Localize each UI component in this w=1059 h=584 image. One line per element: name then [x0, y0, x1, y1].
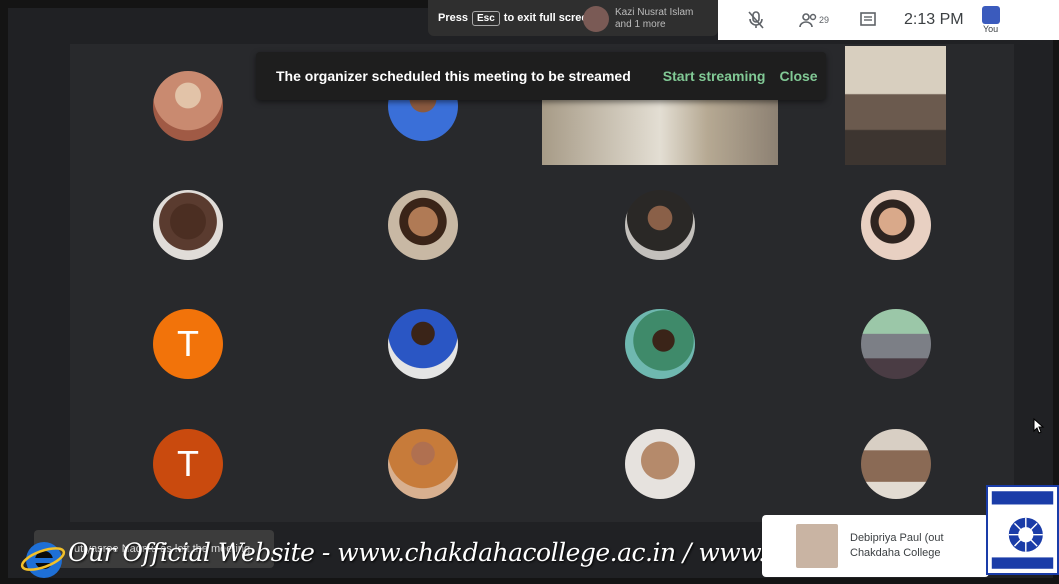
self-label: You: [983, 24, 999, 34]
participant-tile[interactable]: [153, 190, 223, 260]
stream-message: The organizer scheduled this meeting to …: [276, 68, 631, 84]
esc-suffix-text: to exit full screen: [503, 12, 595, 24]
presenter-more: and 1 more: [615, 19, 666, 30]
mouse-cursor-icon: [1033, 418, 1045, 434]
people-icon[interactable]: 29: [794, 12, 834, 28]
participant-avatar: [625, 190, 695, 260]
join-name: Debipriya Paul (out: [850, 532, 944, 544]
people-count: 29: [818, 15, 829, 25]
participant-video[interactable]: [845, 46, 946, 165]
participant-initial-avatar[interactable]: T: [153, 309, 223, 379]
participant-tile[interactable]: [861, 429, 931, 499]
participant-join-card[interactable]: Debipriya Paul (out Chakdaha College: [762, 515, 989, 577]
esc-press-text: Press: [438, 12, 468, 24]
join-thumbnail: [796, 524, 838, 568]
participant-avatar: [625, 309, 695, 379]
participant-tile[interactable]: [388, 309, 458, 379]
esc-key: Esc: [471, 10, 500, 26]
self-avatar: [981, 6, 1000, 24]
participant-avatar: [153, 71, 223, 141]
participant-tile[interactable]: [153, 71, 223, 141]
meeting-clock: 2:13 PM: [904, 11, 964, 28]
avatar-letter: T: [177, 323, 199, 364]
participant-avatar: [388, 309, 458, 379]
participant-avatar: [625, 429, 695, 499]
chat-icon[interactable]: [848, 11, 888, 29]
participant-initial-avatar[interactable]: T: [153, 429, 223, 499]
start-streaming-button[interactable]: Start streaming: [663, 68, 766, 84]
screen: T T Press Esc to exit full screen Kazi N…: [0, 0, 1059, 584]
participant-tile[interactable]: [861, 309, 931, 379]
college-logo-icon: [986, 485, 1059, 575]
participant-avatar: [861, 429, 931, 499]
participant-avatar: [153, 190, 223, 260]
self-view[interactable]: You: [981, 6, 1000, 34]
stream-banner: The organizer scheduled this meeting to …: [256, 52, 826, 100]
close-banner-button[interactable]: Close: [779, 68, 817, 84]
presenter-avatar: [583, 6, 609, 32]
participant-tile[interactable]: [861, 190, 931, 260]
participant-avatar: [388, 190, 458, 260]
participant-tile[interactable]: [625, 429, 695, 499]
participant-tile[interactable]: [625, 309, 695, 379]
participant-tile[interactable]: [388, 429, 458, 499]
participant-avatar: [388, 429, 458, 499]
mic-off-icon[interactable]: [736, 10, 776, 30]
participant-tile[interactable]: [625, 190, 695, 260]
presenter-name: Kazi Nusrat Islam: [615, 7, 694, 18]
participant-avatar: [861, 190, 931, 260]
internet-explorer-logo-icon: [20, 542, 66, 578]
participant-tile[interactable]: [388, 190, 458, 260]
control-bar: 29 2:13 PM You: [718, 0, 1059, 40]
participant-avatar: [861, 309, 931, 379]
avatar-letter: T: [177, 443, 199, 484]
join-subtitle: Chakdaha College: [850, 547, 941, 559]
presenter-chip[interactable]: Kazi Nusrat Islam and 1 more: [583, 4, 713, 34]
